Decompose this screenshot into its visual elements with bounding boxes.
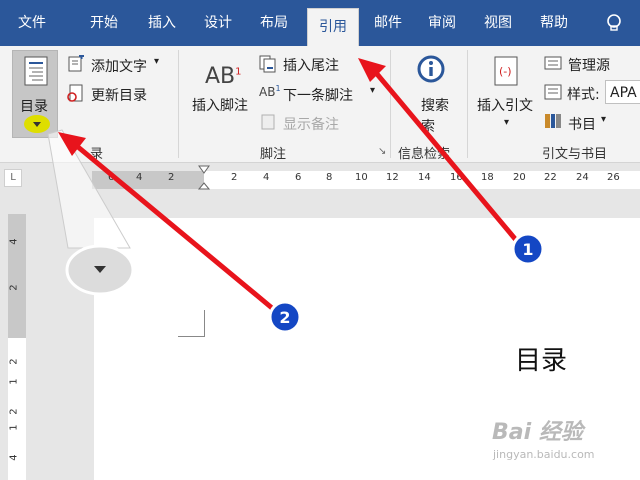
annotation-overlay: 1 2 <box>47 58 545 334</box>
step-marker-2-label: 2 <box>279 308 290 327</box>
callout-cone <box>47 129 131 249</box>
arrow-1 <box>369 65 519 243</box>
step-marker-1-label: 1 <box>522 240 533 259</box>
